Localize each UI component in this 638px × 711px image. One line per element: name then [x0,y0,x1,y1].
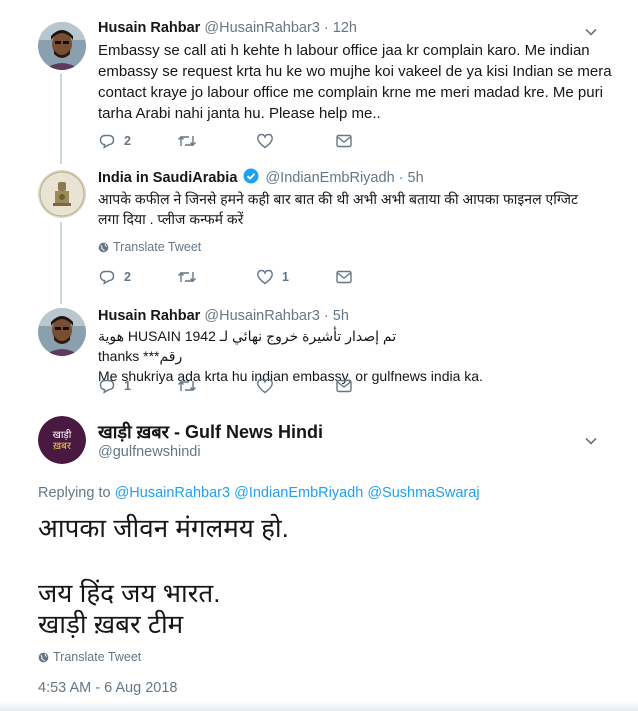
like-icon [257,269,273,285]
retweet-button[interactable] [177,132,256,150]
reply-count: 1 [124,379,131,393]
tweet-text: आपके कफील ने जिनसे हमने कही बार बात की थ… [98,189,578,229]
tweet-time[interactable]: 12h [333,20,357,36]
reply-button[interactable]: 1 [98,377,177,395]
dm-button[interactable] [335,132,414,150]
chevron-down-icon[interactable] [582,432,600,450]
reply-icon [99,270,115,285]
tweet[interactable]: Husain Rahbar @HusainRahbar3 · 5h تم إصد… [0,300,638,408]
tweet-text-line: आपके कफील ने जिनसे हमने कही बार बात की थ… [98,191,579,207]
tweet-time[interactable]: 5h [408,170,424,186]
tweet-actions: 2 [98,132,414,150]
tweet-text-line: tarha Arabi nahi janta hu. Please help m… [98,105,381,122]
divider [0,701,638,711]
like-button[interactable]: 1 [256,268,335,286]
dm-button[interactable] [335,377,414,395]
tweet-text-line: आपका जीवन मंगलमय हो. [38,513,289,543]
retweet-icon [178,136,196,146]
avatar[interactable] [38,308,86,356]
translate-tweet-link[interactable]: Translate Tweet [38,650,141,664]
retweet-icon [178,381,196,391]
author-name[interactable]: Husain Rahbar [98,308,200,324]
like-icon [257,378,273,394]
retweet-button[interactable] [177,377,256,395]
tweet-time[interactable]: 5h [333,308,349,324]
author-handle[interactable]: @gulfnewshindi [98,444,201,460]
main-tweet: खाड़ी ख़बर [0,408,638,711]
retweet-icon [178,272,196,282]
avatar-logo-text: ख़बर [53,441,72,452]
author-name[interactable]: खाड़ी ख़बर - Gulf News Hindi [98,420,323,444]
tweet-text: Embassy se call ati h kehte h labour off… [98,40,612,124]
tweet[interactable]: Husain Rahbar @HusainRahbar3 · 12h Embas… [0,0,638,160]
tweet-text-line: تم إصدار تأشيرة خروج نهائي لـ HUSAIN 194… [98,328,397,364]
avatar-logo-text: खाड़ी [53,429,72,441]
tweet-text-line: लगा दिया . प्लीज कन्फर्म करें [98,211,244,227]
avatar[interactable] [38,170,86,218]
dm-icon [336,134,352,148]
separator-dot: · [398,170,404,186]
replying-to: Replying to @HusainRahbar3 @IndianEmbRiy… [38,485,480,501]
dm-button[interactable] [335,268,414,286]
author-handle[interactable]: @HusainRahbar3 [204,308,319,324]
like-count: 1 [282,270,289,284]
chevron-down-icon[interactable] [582,23,600,41]
tweet-text-line: खाड़ी ख़बर टीम [38,609,184,639]
tweet-header: Husain Rahbar @HusainRahbar3 · 5h [98,307,349,325]
avatar[interactable]: खाड़ी ख़बर [38,416,86,464]
author-handle[interactable]: @IndianEmbRiyadh [265,170,394,186]
tweet-text-line: embassy se request krta hu ke wo mujhe k… [98,63,612,80]
mention-link[interactable]: @SushmaSwaraj [367,485,479,501]
like-icon [257,133,273,149]
tweet-header: India in SaudiArabia @IndianEmbRiyadh · … [98,168,424,187]
translate-label: Translate Tweet [113,240,202,254]
dm-icon [336,379,352,393]
tweet-text-line: जय हिंद जय भारत. [38,578,221,608]
like-button[interactable] [256,132,335,150]
reply-button[interactable]: 2 [98,132,177,150]
reply-button[interactable]: 2 [98,268,177,286]
translate-tweet-link[interactable]: Translate Tweet [98,240,201,254]
mention-link[interactable]: @HusainRahbar3 [115,485,230,501]
globe-icon [98,242,109,252]
mention-link[interactable]: @IndianEmbRiyadh [234,485,363,501]
like-button[interactable] [256,377,335,395]
verified-icon [243,168,259,184]
separator-dot: · [323,20,329,36]
tweet[interactable]: India in SaudiArabia @IndianEmbRiyadh · … [0,160,638,300]
tweet-actions: 1 [98,377,414,395]
author-handle[interactable]: @HusainRahbar3 [204,20,319,36]
avatar[interactable] [38,22,86,70]
reply-icon [99,134,115,149]
globe-icon [38,652,49,662]
tweet-text-line: contact kraye jo labour office me compla… [98,84,603,101]
dm-icon [336,270,352,284]
tweet-actions: 2 1 [98,268,414,286]
reply-count: 2 [124,134,131,148]
author-name[interactable]: India in SaudiArabia [98,170,237,186]
translate-label: Translate Tweet [53,650,142,664]
author-name[interactable]: Husain Rahbar [98,20,200,36]
retweet-button[interactable] [177,268,256,286]
replying-prefix: Replying to [38,485,111,501]
tweet-header: Husain Rahbar @HusainRahbar3 · 12h [98,19,357,37]
tweet-timestamp[interactable]: 4:53 AM - 6 Aug 2018 [38,680,177,696]
reply-icon [99,379,115,394]
reply-count: 2 [124,270,131,284]
separator-dot: · [323,308,329,324]
tweet-text-line: Embassy se call ati h kehte h labour off… [98,42,590,59]
